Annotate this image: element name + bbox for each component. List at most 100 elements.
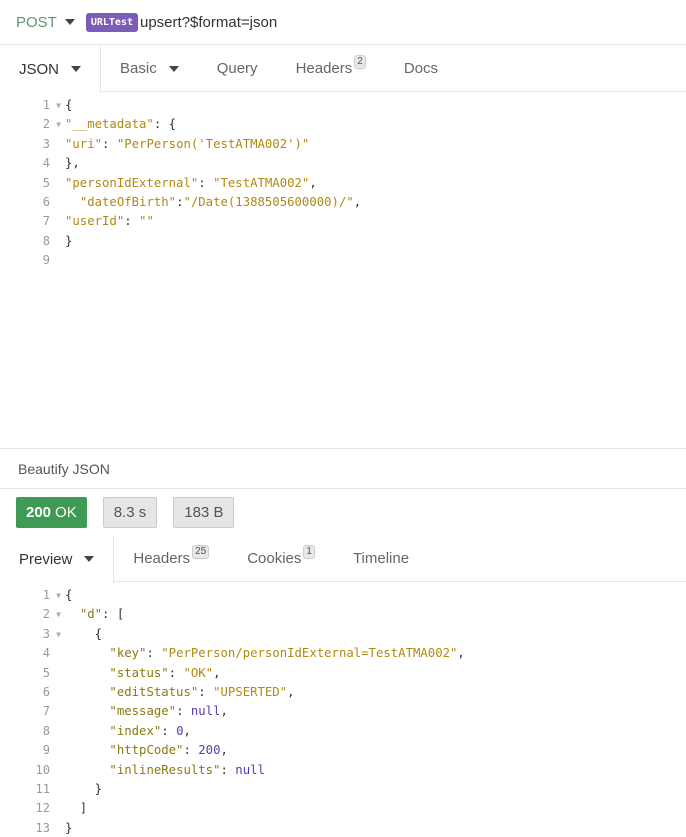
code-line: 3 ▼ { bbox=[0, 625, 686, 644]
tab-label: Docs bbox=[403, 60, 439, 77]
tab-label: Preview bbox=[19, 550, 73, 568]
url-input[interactable]: upsert?$format=json bbox=[140, 14, 277, 31]
code-text: "uri": "PerPerson('TestATMA002')" bbox=[65, 136, 310, 151]
code-text: "key": "PerPerson/personIdExternal=TestA… bbox=[109, 646, 465, 661]
request-body-editor[interactable]: 1 ▼{2 ▼ "__metadata": {3 "uri": "PerPerson('… bbox=[0, 96, 686, 271]
line-number: 5 bbox=[42, 665, 50, 680]
code-line: 9 "httpCode": 200, bbox=[0, 741, 686, 760]
count-badge: 25 bbox=[192, 544, 210, 559]
code-text: "index": 0, bbox=[109, 723, 191, 738]
code-text: } bbox=[65, 820, 73, 835]
code-text: { bbox=[65, 98, 73, 112]
fold-arrow-icon[interactable]: ▼ bbox=[52, 586, 65, 605]
code-text: { bbox=[65, 626, 103, 641]
request-tab-basic[interactable]: Basic bbox=[101, 45, 198, 92]
line-number: 1 bbox=[42, 588, 50, 602]
environment-tag[interactable]: URLTest bbox=[85, 12, 138, 32]
count-badge: 1 bbox=[303, 544, 315, 559]
line-number: 1 bbox=[42, 98, 50, 112]
response-preview: 1 ▼{2 ▼ "d": [3 ▼ {4 "key": "PerPerson/pers… bbox=[0, 586, 686, 837]
fold-arrow-icon[interactable]: ▼ bbox=[52, 625, 65, 644]
code-text: "inlineResults": null bbox=[109, 762, 265, 777]
line-number: 4 bbox=[42, 646, 50, 661]
line-number: 8 bbox=[42, 233, 50, 248]
request-tabs: JSON Basic Query Headers 2 Docs bbox=[0, 45, 686, 93]
code-line: 4 "key": "PerPerson/personIdExternal=Tes… bbox=[0, 644, 686, 663]
code-line: 13} bbox=[0, 819, 686, 837]
line-number: 5 bbox=[42, 175, 50, 190]
response-size-badge: 183 B bbox=[173, 496, 235, 528]
response-tab-timeline[interactable]: Timeline bbox=[334, 535, 428, 582]
line-number: 6 bbox=[42, 194, 50, 209]
line-number: 9 bbox=[42, 743, 50, 758]
chevron-down-icon bbox=[84, 556, 95, 562]
code-text: { bbox=[65, 588, 73, 602]
status-badge: 200 OK bbox=[16, 496, 87, 528]
code-line: 9 bbox=[0, 251, 686, 270]
response-tab-cookies[interactable]: Cookies 1 bbox=[228, 535, 334, 582]
line-number: 8 bbox=[42, 723, 50, 738]
beautify-json-button[interactable]: Beautify JSON bbox=[0, 448, 686, 489]
code-line: 1 ▼{ bbox=[0, 96, 686, 115]
chevron-down-icon bbox=[71, 66, 82, 72]
fold-arrow-icon[interactable]: ▼ bbox=[52, 115, 65, 134]
tab-label: Basic bbox=[120, 60, 157, 77]
code-text: "dateOfBirth":"/Date(1388505600000)/", bbox=[79, 194, 362, 209]
tab-label: Timeline bbox=[352, 550, 410, 567]
response-tabs: Preview Headers 25 Cookies 1 Timeline bbox=[0, 535, 686, 583]
url-bar: POST URLTest upsert?$format=json bbox=[0, 0, 686, 45]
line-number: 4 bbox=[42, 156, 50, 171]
response-time-badge: 8.3 s bbox=[102, 496, 158, 528]
response-status-bar: 200 OK 8.3 s 183 B bbox=[0, 489, 686, 535]
code-text: } bbox=[65, 781, 103, 796]
fold-arrow-icon[interactable]: ▼ bbox=[52, 605, 65, 624]
line-number: 3 bbox=[42, 136, 50, 151]
response-tab-preview[interactable]: Preview bbox=[0, 535, 115, 583]
request-tab-query[interactable]: Query bbox=[198, 45, 277, 92]
chevron-down-icon bbox=[64, 19, 75, 25]
code-line: 11 } bbox=[0, 780, 686, 799]
code-line: 4}, bbox=[0, 154, 686, 173]
request-tab-docs[interactable]: Docs bbox=[385, 45, 457, 92]
code-line: 6 "editStatus": "UPSERTED", bbox=[0, 683, 686, 702]
code-line: 1 ▼{ bbox=[0, 586, 686, 605]
method-selector[interactable]: POST bbox=[16, 14, 75, 31]
request-tab-headers[interactable]: Headers 2 bbox=[277, 45, 385, 92]
status-code: 200 bbox=[26, 503, 52, 521]
code-line: 6 "dateOfBirth":"/Date(1388505600000)/", bbox=[0, 193, 686, 212]
request-tab-json[interactable]: JSON bbox=[0, 45, 102, 93]
method-label: POST bbox=[16, 13, 57, 31]
code-text: "__metadata": { bbox=[65, 117, 177, 132]
code-line: 3 "uri": "PerPerson('TestATMA002')" bbox=[0, 135, 686, 154]
line-number: 12 bbox=[35, 801, 50, 816]
code-text: "editStatus": "UPSERTED", bbox=[109, 684, 295, 699]
code-text: }, bbox=[65, 156, 80, 171]
chevron-down-icon bbox=[168, 65, 179, 72]
line-number: 2 bbox=[42, 607, 50, 622]
fold-arrow-icon[interactable]: ▼ bbox=[52, 96, 65, 115]
code-text: ] bbox=[65, 801, 88, 816]
code-text: "personIdExternal": "TestATMA002", bbox=[65, 175, 317, 190]
status-text: OK bbox=[55, 503, 77, 521]
code-line: 12 ] bbox=[0, 799, 686, 818]
code-text: "userId": "" bbox=[65, 214, 154, 229]
line-number: 6 bbox=[42, 684, 50, 699]
code-line: 8 "index": 0, bbox=[0, 722, 686, 741]
tab-label: Headers bbox=[295, 60, 353, 77]
response-tab-headers[interactable]: Headers 25 bbox=[114, 535, 228, 582]
code-text: "message": null, bbox=[109, 704, 228, 719]
code-line: 2 ▼ "d": [ bbox=[0, 605, 686, 624]
